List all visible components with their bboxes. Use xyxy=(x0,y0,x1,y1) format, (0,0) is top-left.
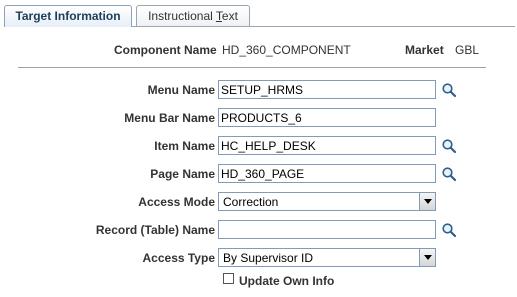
access-mode-label: Access Mode xyxy=(138,195,215,209)
component-name-value: HD_360_COMPONENT xyxy=(222,43,351,57)
dropdown-button[interactable] xyxy=(419,193,435,210)
page-name-label: Page Name xyxy=(150,167,215,181)
chevron-down-icon xyxy=(424,199,432,204)
tab-label: Target Information xyxy=(15,9,121,23)
menu-bar-name-label: Menu Bar Name xyxy=(124,111,215,125)
record-name-label: Record (Table) Name xyxy=(95,223,215,237)
magnifier-icon[interactable] xyxy=(441,138,457,154)
item-name-label: Item Name xyxy=(154,139,215,153)
menu-bar-name-input[interactable] xyxy=(218,108,436,127)
tab-bar: Target Information Instructional Text xyxy=(4,5,515,27)
update-own-info-label: Update Own Info xyxy=(239,274,335,288)
magnifier-icon[interactable] xyxy=(441,82,457,98)
item-name-input[interactable] xyxy=(218,136,436,155)
component-name-label: Component Name xyxy=(114,43,217,57)
menu-name-label: Menu Name xyxy=(147,83,215,97)
page-name-input[interactable] xyxy=(218,164,436,183)
access-mode-value: Correction xyxy=(223,195,279,209)
tab-instructional-text[interactable]: Instructional Text xyxy=(136,5,250,26)
access-type-value: By Supervisor ID xyxy=(223,251,314,265)
access-type-label: Access Type xyxy=(142,251,216,265)
record-name-input[interactable] xyxy=(218,220,436,239)
magnifier-icon[interactable] xyxy=(441,166,457,182)
tab-target-information[interactable]: Target Information xyxy=(4,5,132,27)
access-mode-select[interactable]: Correction xyxy=(218,192,436,211)
chevron-down-icon xyxy=(424,255,432,260)
access-type-select[interactable]: By Supervisor ID xyxy=(218,248,436,267)
header-separator xyxy=(18,67,486,68)
market-label: Market xyxy=(405,43,444,57)
magnifier-icon[interactable] xyxy=(441,222,457,238)
dropdown-button[interactable] xyxy=(419,249,435,266)
menu-name-input[interactable] xyxy=(218,80,436,99)
tab-label-pre: Instructional xyxy=(148,9,216,23)
market-value: GBL xyxy=(455,43,480,57)
update-own-info-checkbox[interactable] xyxy=(223,273,234,284)
tab-label-post: ext xyxy=(221,9,238,23)
